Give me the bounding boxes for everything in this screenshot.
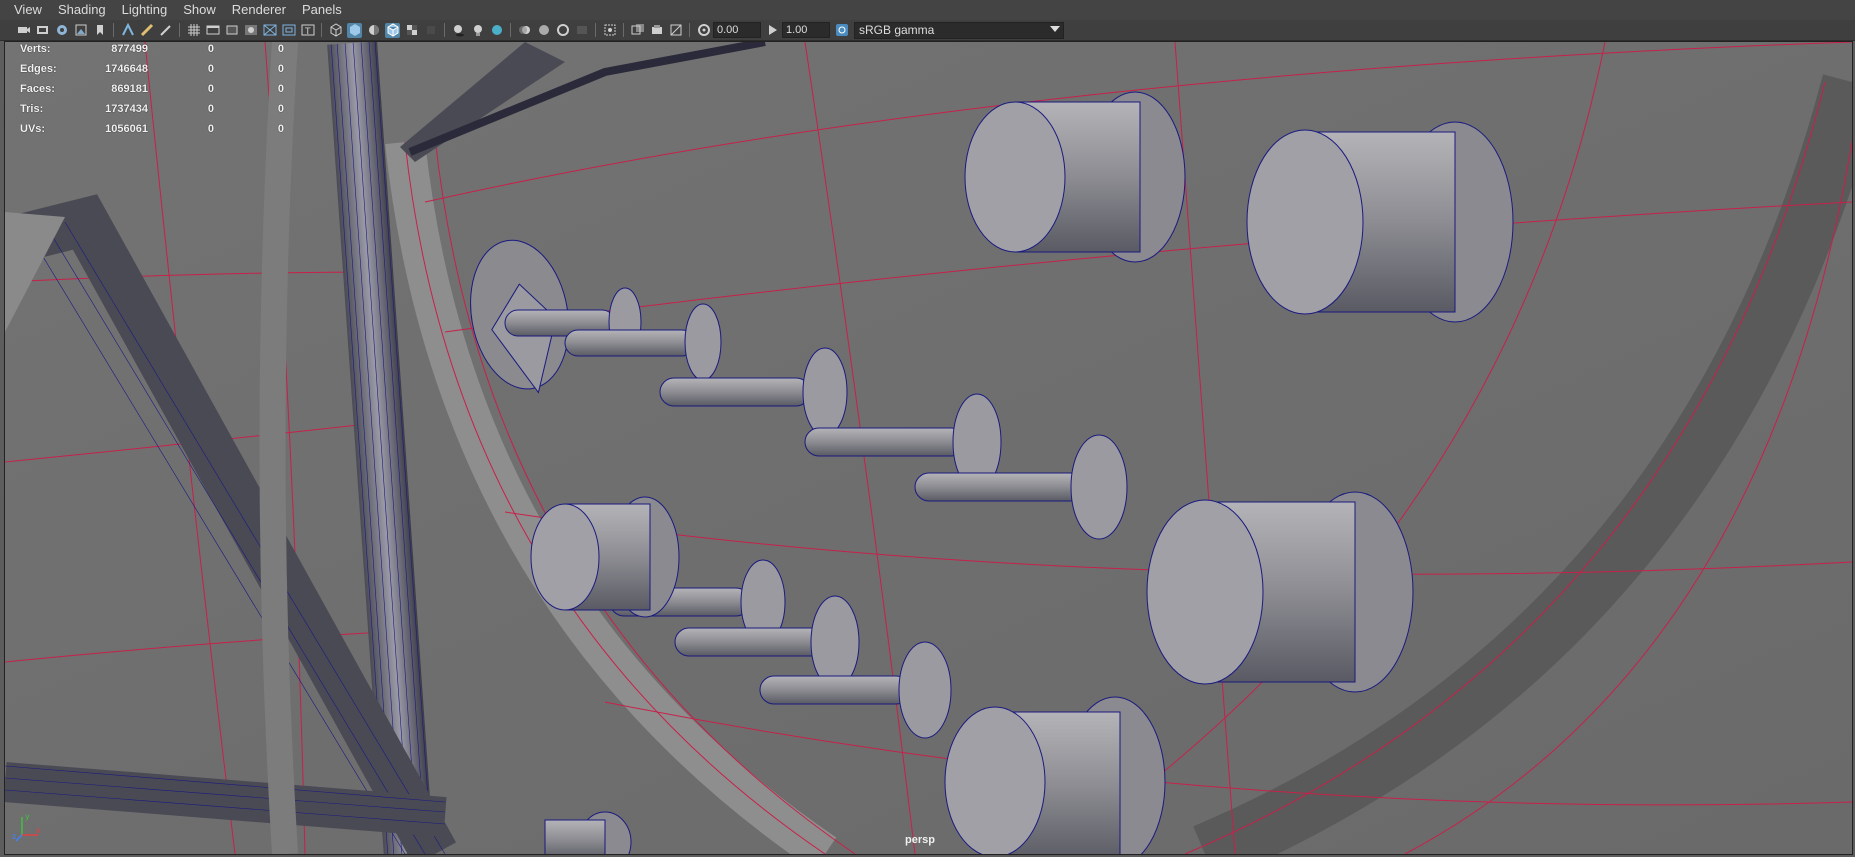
bookmarks-icon[interactable] xyxy=(54,23,69,38)
image-plane-icon[interactable] xyxy=(73,23,88,38)
xray-icon[interactable] xyxy=(630,23,645,38)
screen-space-icon[interactable] xyxy=(574,23,589,38)
default-material-icon[interactable] xyxy=(366,23,381,38)
hud-value: 0 xyxy=(207,83,214,95)
menu-show[interactable]: Show xyxy=(175,0,224,20)
gamma-field[interactable]: 1.00 xyxy=(782,22,830,38)
hud-value: 1737434 xyxy=(105,103,148,115)
toolbar-separator xyxy=(113,23,114,37)
hud-value: 0 xyxy=(277,63,284,75)
grid-icon[interactable] xyxy=(186,23,201,38)
color-management-icon[interactable] xyxy=(834,23,849,38)
toolbar-separator xyxy=(510,23,511,37)
hud-label: UVs: xyxy=(20,123,46,135)
safe-action-icon[interactable] xyxy=(281,23,296,38)
toolbar-separator xyxy=(444,23,445,37)
isolate-select-icon[interactable] xyxy=(602,23,617,38)
hud-value: 0 xyxy=(277,103,284,115)
textured-icon[interactable] xyxy=(404,23,419,38)
wireframe-icon[interactable] xyxy=(328,23,343,38)
gate-mask-icon[interactable] xyxy=(243,23,258,38)
axis-z-label: z xyxy=(12,832,16,841)
pencil-icon[interactable] xyxy=(158,23,173,38)
camera-name-label: persp xyxy=(905,834,935,846)
hud-label: Verts: xyxy=(20,43,51,55)
panel-menubar: View Shading Lighting Show Renderer Pane… xyxy=(0,0,1855,21)
3d-viewport[interactable] xyxy=(4,41,1853,855)
depth-of-field-icon[interactable] xyxy=(555,23,570,38)
hud-value: 0 xyxy=(207,123,214,135)
light-bulb-icon[interactable] xyxy=(470,23,485,38)
film-gate-icon[interactable] xyxy=(205,23,220,38)
menu-shading[interactable]: Shading xyxy=(50,0,114,20)
toolbar-separator xyxy=(179,23,180,37)
menu-lighting[interactable]: Lighting xyxy=(114,0,176,20)
toolbar-separator xyxy=(623,23,624,37)
hud-value: 1056061 xyxy=(105,123,148,135)
hud-value: 0 xyxy=(207,63,214,75)
view-transform-value: sRGB gamma xyxy=(859,22,935,37)
hud-value: 0 xyxy=(207,43,214,55)
scene-render xyxy=(5,42,1852,854)
field-chart-icon[interactable] xyxy=(262,23,277,38)
select-camera-icon[interactable] xyxy=(16,23,31,38)
use-all-lights-icon[interactable] xyxy=(423,23,438,38)
menu-renderer[interactable]: Renderer xyxy=(224,0,294,20)
hud-label: Tris: xyxy=(20,103,44,115)
smooth-shade-icon[interactable] xyxy=(347,22,362,38)
toolbar-separator xyxy=(689,23,690,37)
safe-title-icon[interactable]: T xyxy=(300,23,315,38)
panel-toolbar: T 0.00 1.00 sRGB gamma xyxy=(0,20,1855,41)
axis-y-label: y xyxy=(25,812,30,821)
xray-joints-icon[interactable] xyxy=(649,23,664,38)
hud-value: 0 xyxy=(207,103,214,115)
view-transform-dropdown[interactable]: sRGB gamma xyxy=(854,21,1064,39)
axis-x-label: x xyxy=(36,826,41,835)
hud-value: 0 xyxy=(277,83,284,95)
motion-blur-icon[interactable] xyxy=(517,23,532,38)
ambient-occlusion-icon[interactable] xyxy=(489,23,504,38)
toolbar-separator xyxy=(595,23,596,37)
chevron-down-icon xyxy=(1050,25,1060,32)
maya-viewport-panel: View Shading Lighting Show Renderer Pane… xyxy=(0,0,1855,857)
hud-value: 877499 xyxy=(111,43,148,55)
menu-view[interactable]: View xyxy=(0,0,50,20)
hud-value: 869181 xyxy=(111,83,148,95)
svg-text:T: T xyxy=(304,27,311,37)
hud-value: 0 xyxy=(277,43,284,55)
shadows-icon[interactable] xyxy=(451,23,466,38)
hud-label: Edges: xyxy=(20,63,57,75)
two-d-pan-icon[interactable] xyxy=(120,23,135,38)
hud-label: Faces: xyxy=(20,83,55,95)
view-axis-icon: y x z xyxy=(12,805,52,845)
resolution-gate-icon[interactable] xyxy=(224,23,239,38)
toolbar-separator xyxy=(321,23,322,37)
exposure-icon[interactable] xyxy=(696,23,711,38)
hud-value: 0 xyxy=(277,123,284,135)
menu-panels[interactable]: Panels xyxy=(294,0,350,20)
exposure-field[interactable]: 0.00 xyxy=(713,22,761,38)
gamma-icon[interactable] xyxy=(765,23,780,38)
grease-pencil-icon[interactable] xyxy=(139,23,154,38)
xray-components-icon[interactable] xyxy=(668,23,683,38)
hud-value: 1746648 xyxy=(105,63,148,75)
wireframe-on-shaded-icon[interactable] xyxy=(385,22,400,38)
multisample-icon[interactable] xyxy=(536,23,551,38)
camera-attributes-icon[interactable] xyxy=(35,23,50,38)
bookmark-flag-icon[interactable] xyxy=(92,23,107,38)
